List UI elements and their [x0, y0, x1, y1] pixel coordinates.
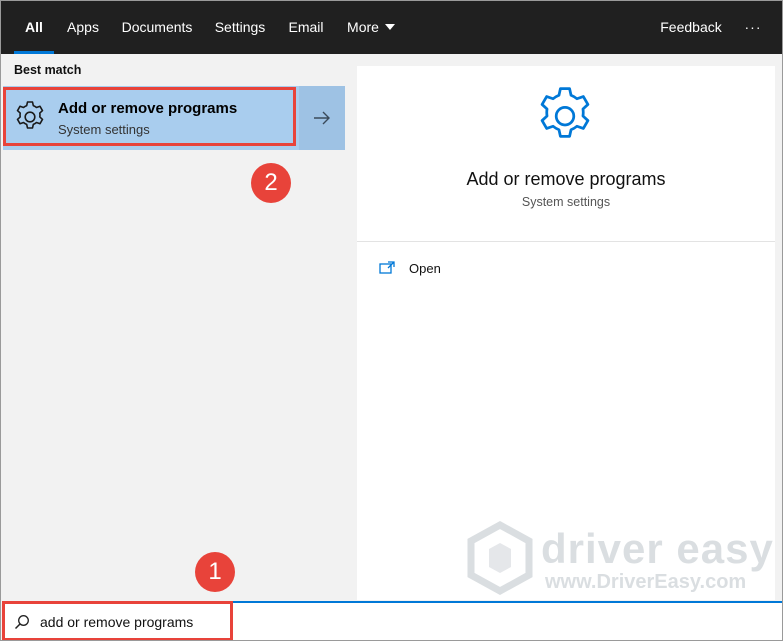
feedback-label: Feedback [660, 19, 722, 35]
detail-title: Add or remove programs [466, 169, 666, 189]
tab-documents[interactable]: Documents [121, 1, 193, 54]
annotation-box-best-match [3, 87, 296, 146]
gear-icon [540, 87, 590, 138]
tab-more-label: More [347, 19, 379, 35]
open-label: Open [409, 261, 441, 276]
expand-details-button[interactable] [299, 86, 345, 150]
tab-email[interactable]: Email [287, 1, 325, 54]
search-window: All Apps Documents Settings Email More F… [0, 0, 783, 641]
tab-apps-label: Apps [67, 19, 99, 35]
tab-all-label: All [25, 19, 43, 35]
watermark: driver easy www.DriverEasy.com [463, 519, 773, 599]
step-badge-2: 2 [251, 163, 291, 203]
ellipsis-icon: ··· [744, 19, 762, 35]
more-options-button[interactable]: ··· [739, 1, 767, 54]
driver-easy-logo-icon [467, 521, 533, 595]
tab-settings[interactable]: Settings [213, 1, 267, 54]
annotation-box-search [2, 601, 233, 640]
step-badge-1: 1 [195, 552, 235, 592]
best-match-heading: Best match [14, 63, 82, 77]
tab-email-label: Email [288, 19, 324, 35]
watermark-url: www.DriverEasy.com [545, 571, 747, 593]
tab-more[interactable]: More [345, 1, 397, 54]
watermark-brand: driver easy [541, 525, 774, 572]
tab-apps[interactable]: Apps [65, 1, 101, 54]
divider [357, 241, 775, 242]
feedback-button[interactable]: Feedback [660, 1, 722, 54]
tab-all[interactable]: All [14, 1, 54, 54]
tab-settings-label: Settings [214, 19, 266, 35]
open-window-icon [379, 261, 395, 274]
filter-tab-bar: All Apps Documents Settings Email More F… [1, 1, 782, 54]
arrow-right-icon [314, 111, 330, 125]
tab-documents-label: Documents [121, 19, 193, 35]
chevron-down-icon [384, 24, 395, 30]
detail-subtitle: System settings [521, 195, 611, 209]
